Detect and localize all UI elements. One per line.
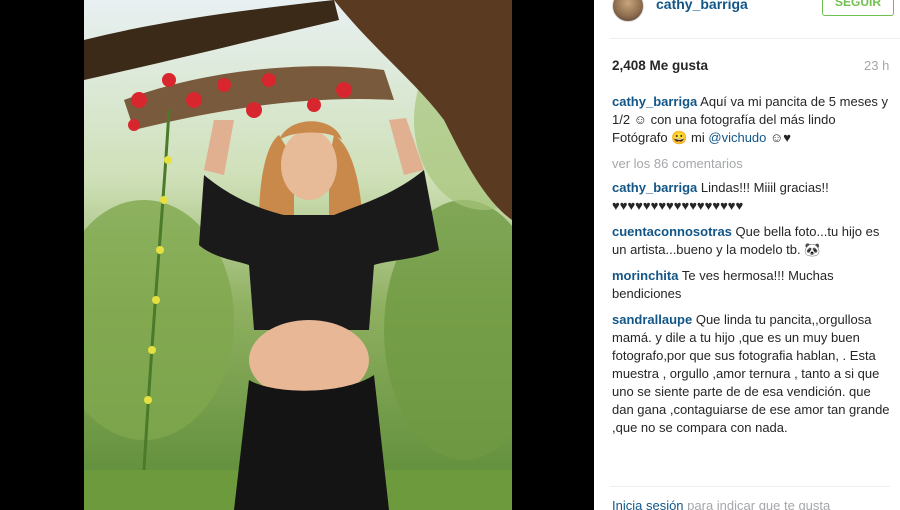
header-divider [610,38,900,39]
instagram-post-page: cathy_barriga SEGUIR 2,408 Me gusta 23 h… [0,0,900,510]
footer-divider [610,486,890,487]
caption: cathy_barriga Aquí va mi pancita de 5 me… [612,93,890,147]
comment-item: sandrallaupe Que linda tu pancita,,orgul… [612,311,890,437]
comment-item: cathy_barriga Lindas!!! Miiil gracias!! … [612,179,890,215]
view-all-comments-link[interactable]: ver los 86 comentarios [612,155,890,173]
comments-list: cathy_barriga Aquí va mi pancita de 5 me… [612,93,890,445]
post-header: cathy_barriga SEGUIR [594,0,900,30]
login-prompt: Inicia sesión para indicar que te gusta [612,498,830,510]
comment-text: Que linda tu pancita,,orgullosa mamá. y … [612,312,890,435]
post-side-panel: cathy_barriga SEGUIR 2,408 Me gusta 23 h… [594,0,900,510]
post-timestamp[interactable]: 23 h [864,58,889,73]
caption-text-part2: ☺♥ [766,130,792,145]
login-prompt-text: para indicar que te gusta [683,498,831,510]
comment-username-link[interactable]: morinchita [612,268,678,283]
follow-button[interactable]: SEGUIR [822,0,894,16]
caption-mention-link[interactable]: @vichudo [708,130,766,145]
post-username-link[interactable]: cathy_barriga [656,0,748,12]
likes-count[interactable]: 2,408 Me gusta [612,58,708,73]
photo-illustration [84,0,512,510]
comment-username-link[interactable]: sandrallaupe [612,312,692,327]
avatar[interactable] [612,0,644,22]
caption-username-link[interactable]: cathy_barriga [612,94,697,109]
comment-item: cuentaconnosotras Que bella foto...tu hi… [612,223,890,259]
login-link[interactable]: Inicia sesión [612,498,684,510]
comment-username-link[interactable]: cuentaconnosotras [612,224,732,239]
post-photo[interactable] [84,0,512,510]
comment-username-link[interactable]: cathy_barriga [612,180,697,195]
comment-item: morinchita Te ves hermosa!!! Muchas bend… [612,267,890,303]
